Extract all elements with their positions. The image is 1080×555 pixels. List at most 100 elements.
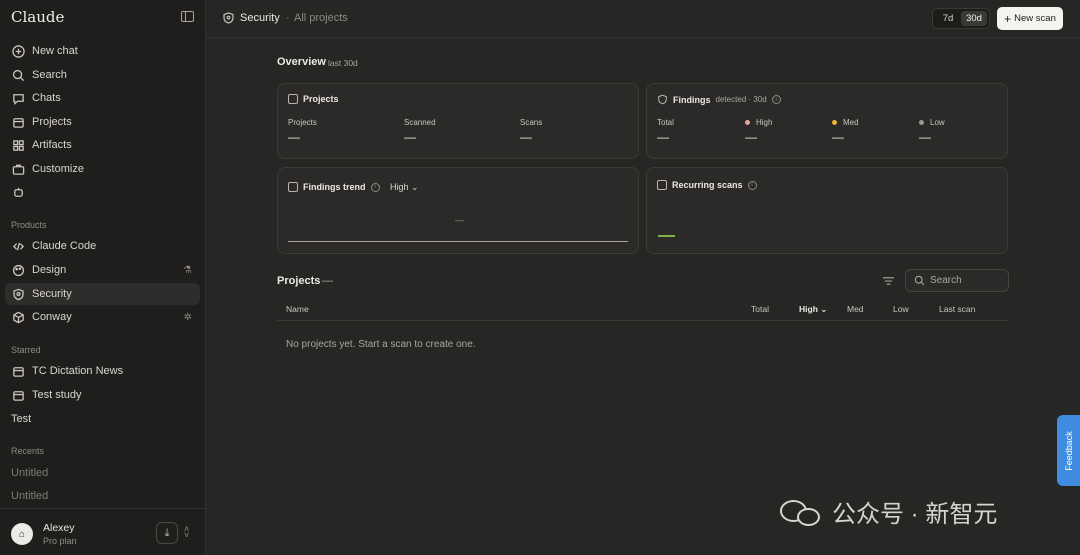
sidebar-item-security[interactable]: Security: [5, 283, 200, 305]
sidebar-item-artifacts[interactable]: Artifacts: [5, 134, 200, 156]
stat-value: —: [919, 130, 931, 144]
shield-icon: [11, 287, 25, 301]
sidebar-item-design[interactable]: Design ⚗: [5, 259, 200, 281]
sidebar-item-label: Projects: [32, 116, 72, 128]
sidebar-item-search[interactable]: Search: [5, 64, 200, 86]
table-header: Name Total High ⌄ Med Low Last scan: [277, 297, 1008, 321]
info-icon[interactable]: i: [747, 180, 757, 190]
watermark-text: 公众号 · 新智元: [832, 501, 998, 528]
stat-value: —: [832, 130, 844, 144]
folder-icon: [11, 364, 25, 378]
projects-card: Projects Projects — Scanned — Scans —: [277, 83, 639, 159]
sidebar-item-tc-dictation-news[interactable]: TC Dictation News: [5, 360, 200, 382]
sidebar: Claude New chat Search Chats Projects Ar…: [0, 0, 206, 555]
plus-circle-icon: [11, 44, 25, 58]
stat-value: —: [520, 130, 532, 144]
trend-placeholder: —: [455, 215, 464, 225]
project-search[interactable]: [905, 269, 1009, 292]
trend-card-title: Findings trend: [303, 182, 366, 192]
high-dot-icon: [745, 120, 750, 125]
stat-label: Projects: [288, 118, 317, 127]
folder-icon: [11, 115, 25, 129]
folder-icon: [288, 94, 298, 104]
sidebar-item-label: Search: [32, 69, 67, 81]
stat-label: Scans: [520, 118, 543, 127]
stat-value: —: [288, 130, 300, 144]
sidebar-item-label: Conway: [32, 311, 72, 323]
range-30d-button[interactable]: 30d: [961, 11, 987, 26]
chevron-updown-icon[interactable]: ˄ ˅: [184, 525, 189, 540]
column-high-label: High: [799, 304, 818, 314]
products-section-label: Products: [11, 220, 47, 230]
starred-section-label: Starred: [11, 345, 41, 355]
sidebar-item-bot[interactable]: [5, 181, 200, 203]
sidebar-item-test[interactable]: Test: [11, 413, 31, 425]
search-icon: [914, 275, 925, 286]
filter-icon[interactable]: [883, 276, 894, 286]
stat-label: Scanned: [404, 118, 436, 127]
download-button[interactable]: ⤓: [156, 522, 178, 544]
breadcrumb-all-projects[interactable]: All projects: [294, 12, 348, 24]
brand-logo[interactable]: Claude: [11, 8, 64, 26]
stat-label-text: Total: [657, 118, 674, 127]
trend-baseline: [288, 241, 628, 242]
sidebar-item-conway[interactable]: Conway ✲: [5, 306, 200, 328]
sidebar-item-label: Design: [32, 264, 67, 276]
sidebar-item-chats[interactable]: Chats: [5, 87, 200, 109]
stat-label: Low: [919, 118, 945, 127]
info-icon[interactable]: i: [771, 95, 781, 104]
stat-label: Med: [832, 118, 859, 127]
recent-item[interactable]: Untitled: [11, 467, 48, 479]
stat-label-text: Low: [930, 118, 945, 127]
calendar-icon: [657, 180, 667, 190]
stat-label-text: Med: [843, 118, 859, 127]
search-input[interactable]: [930, 275, 1000, 286]
sidebar-item-new-chat[interactable]: New chat: [5, 40, 200, 62]
search-icon: [11, 68, 25, 82]
feedback-button[interactable]: Feedback: [1057, 415, 1080, 486]
severity-select[interactable]: High ⌄: [390, 182, 419, 193]
watermark: 公众号 · 新智元: [780, 494, 997, 529]
date-range-toggle: 7d 30d: [932, 8, 990, 29]
column-name[interactable]: Name: [286, 304, 309, 314]
sidebar-item-test-study[interactable]: Test study: [5, 384, 200, 406]
column-high[interactable]: High ⌄: [799, 304, 827, 315]
projects-card-title: Projects: [303, 94, 339, 104]
column-med[interactable]: Med: [847, 304, 864, 314]
sidebar-item-label: Security: [32, 288, 72, 300]
stat-label-text: High: [756, 118, 773, 127]
plus-icon: +: [1004, 11, 1012, 26]
range-7d-button[interactable]: 7d: [935, 11, 961, 26]
shield-icon: [223, 12, 234, 24]
projects-count: —: [322, 275, 333, 287]
column-last-scan[interactable]: Last scan: [939, 304, 975, 314]
briefcase-icon: [11, 162, 25, 176]
sidebar-item-customize[interactable]: Customize: [5, 158, 200, 180]
card-title: Findings trend i: [288, 182, 380, 192]
flask-icon: ⚗: [183, 264, 192, 276]
findings-trend-card: Findings trend i High ⌄ —: [277, 167, 639, 254]
sidebar-item-label: TC Dictation News: [32, 365, 124, 377]
recent-item[interactable]: Untitled: [11, 490, 48, 502]
sidebar-item-claude-code[interactable]: Claude Code: [5, 235, 200, 257]
overview-subtitle: last 30d: [328, 58, 358, 68]
med-dot-icon: [832, 120, 837, 125]
column-total[interactable]: Total: [751, 304, 769, 314]
user-plan: Pro plan: [43, 536, 77, 546]
new-scan-button[interactable]: + New scan: [997, 7, 1063, 30]
sidebar-item-projects[interactable]: Projects: [5, 111, 200, 133]
user-menu[interactable]: ⌂ Alexey Pro plan ⤓ ˄ ˅: [0, 508, 206, 555]
card-title: Recurring scans i: [657, 180, 757, 190]
avatar[interactable]: ⌂: [11, 523, 33, 545]
top-bar: Security · All projects 7d 30d + New sca…: [206, 0, 1080, 38]
sidebar-toggle-icon[interactable]: [181, 11, 194, 22]
wechat-logo-icon: [780, 497, 822, 527]
column-low[interactable]: Low: [893, 304, 909, 314]
info-icon[interactable]: i: [370, 182, 380, 192]
page-title: Security: [240, 12, 280, 24]
palette-icon: [11, 263, 25, 277]
robot-icon: [11, 185, 25, 199]
download-icon: ⤓: [164, 526, 170, 539]
sidebar-item-label: Test study: [32, 389, 82, 401]
artifacts-icon: [11, 138, 25, 152]
